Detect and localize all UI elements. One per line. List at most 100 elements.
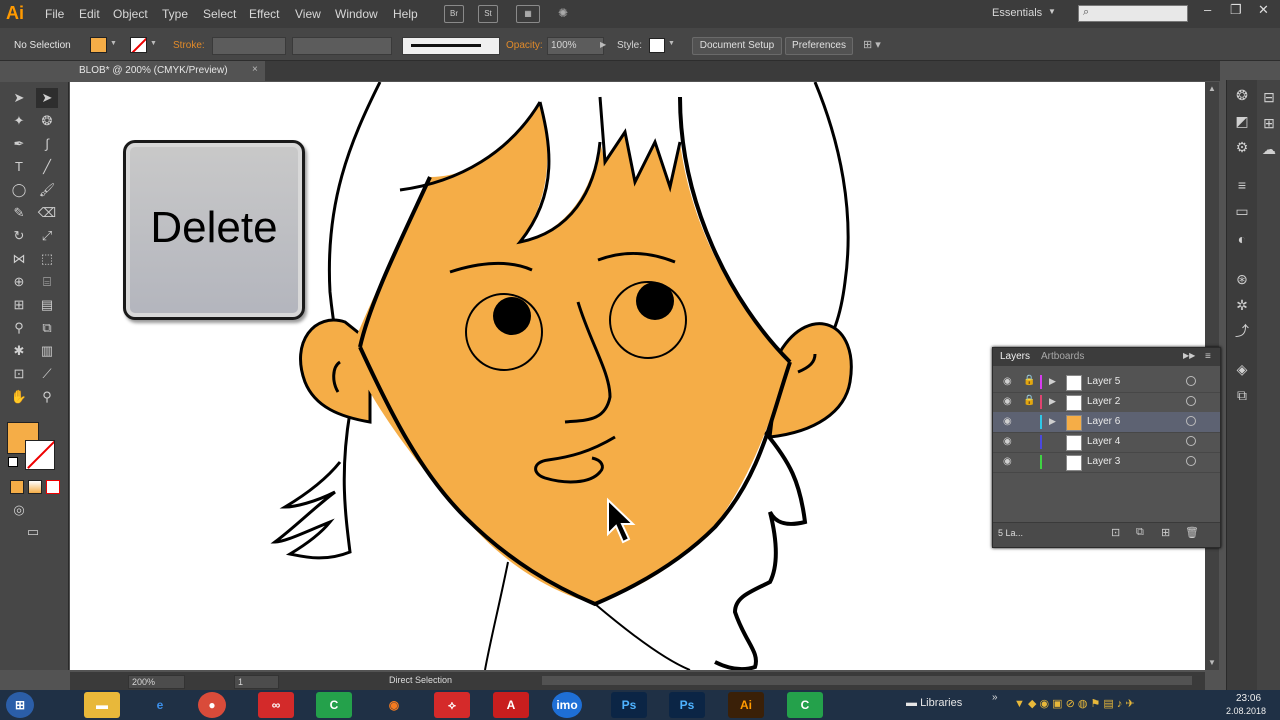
camtasia-recorder-icon[interactable]: C bbox=[787, 692, 823, 718]
layer-row[interactable]: ◉ 🔒 ▶ Layer 5 bbox=[993, 372, 1220, 393]
layers-panel-icon[interactable]: ◈ bbox=[1233, 360, 1251, 378]
gradient-tool-icon[interactable]: ▤ bbox=[36, 295, 58, 315]
horizontal-scrollbar[interactable] bbox=[542, 676, 1192, 685]
restore-button[interactable]: ❐ bbox=[1230, 2, 1242, 18]
lasso-icon[interactable]: ❂ bbox=[36, 111, 58, 131]
camtasia-icon[interactable]: C bbox=[316, 692, 352, 718]
layer-name[interactable]: Layer 5 bbox=[1087, 376, 1120, 387]
panel-menu-icon[interactable]: ≡ bbox=[1205, 351, 1211, 362]
type-tool-icon[interactable]: T bbox=[8, 157, 30, 177]
eye-icon[interactable]: ◉ bbox=[1003, 456, 1012, 467]
firefox-icon[interactable]: ◉ bbox=[376, 692, 412, 718]
document-setup-button[interactable]: Document Setup bbox=[692, 37, 782, 55]
chevron-down-icon[interactable]: ▼ bbox=[150, 40, 157, 47]
start-button-icon[interactable]: ⊞ bbox=[6, 692, 34, 718]
align-icon[interactable]: ⊞ bbox=[1260, 114, 1278, 132]
width-tool-icon[interactable]: ⋈ bbox=[8, 249, 30, 269]
eyedropper-icon[interactable]: ⚲ bbox=[8, 318, 30, 338]
menu-view[interactable]: View bbox=[295, 7, 321, 21]
creative-cloud-icon[interactable]: ∞ bbox=[258, 692, 294, 718]
rotate-tool-icon[interactable]: ↻ bbox=[8, 226, 30, 246]
stroke-swatch[interactable] bbox=[130, 37, 147, 53]
layer-row[interactable]: ◉ Layer 3 bbox=[993, 452, 1220, 473]
menu-object[interactable]: Object bbox=[113, 7, 148, 21]
menu-select[interactable]: Select bbox=[203, 7, 236, 21]
stroke-label[interactable]: Stroke: bbox=[173, 40, 205, 51]
edge-browser-icon[interactable]: e bbox=[142, 692, 178, 718]
menu-help[interactable]: Help bbox=[393, 7, 418, 21]
acrobat-reader-icon[interactable]: ⟡ bbox=[434, 692, 470, 718]
symbols-icon[interactable]: ✲ bbox=[1233, 296, 1251, 314]
selection-tool-icon[interactable]: ➤ bbox=[8, 88, 30, 108]
pathfinder-icon[interactable]: ☁ bbox=[1260, 140, 1278, 158]
search-input[interactable]: ⌕ bbox=[1078, 5, 1188, 22]
adobe-app-icon[interactable]: A bbox=[493, 692, 529, 718]
arrange-documents-icon[interactable]: ▦ bbox=[516, 5, 540, 23]
paintbrush-icon[interactable]: 🖌 bbox=[36, 180, 58, 200]
layer-target-icon[interactable] bbox=[1186, 416, 1196, 426]
chrome-icon[interactable]: ● bbox=[198, 692, 226, 718]
layer-name[interactable]: Layer 6 bbox=[1087, 416, 1120, 427]
stroke-weight-field[interactable] bbox=[212, 37, 286, 55]
pencil-icon[interactable]: ✎ bbox=[8, 203, 30, 223]
collapse-panel-icon[interactable]: ▶▶ bbox=[1183, 351, 1195, 360]
opacity-label[interactable]: Opacity: bbox=[506, 40, 543, 51]
artboard-tool-icon[interactable]: ⊡ bbox=[8, 364, 30, 384]
gradient-mode-icon[interactable] bbox=[28, 480, 42, 494]
preferences-button[interactable]: Preferences bbox=[785, 37, 853, 55]
gradient-panel-icon[interactable]: ▭ bbox=[1233, 202, 1251, 220]
menu-file[interactable]: File bbox=[45, 7, 64, 21]
graphic-style-swatch[interactable] bbox=[649, 38, 665, 53]
curvature-tool-icon[interactable]: ∫ bbox=[36, 134, 58, 154]
minimize-button[interactable]: – bbox=[1204, 2, 1211, 17]
expand-arrow-icon[interactable]: ▶ bbox=[1049, 396, 1056, 407]
line-tool-icon[interactable]: ╱ bbox=[36, 157, 58, 177]
shape-builder-icon[interactable]: ⊕ bbox=[8, 272, 30, 292]
stroke-panel-icon[interactable]: ≡ bbox=[1233, 176, 1251, 194]
chevron-down-icon[interactable]: ▼ bbox=[1048, 7, 1056, 16]
zoom-field[interactable]: 200% bbox=[128, 675, 185, 689]
swatches-icon[interactable]: ⊛ bbox=[1233, 270, 1251, 288]
menu-effect[interactable]: Effect bbox=[249, 7, 279, 21]
tab-artboards[interactable]: Artboards bbox=[1041, 351, 1084, 362]
layer-row[interactable]: ◉ ▶ Layer 6 bbox=[993, 412, 1220, 433]
screen-mode-icon[interactable]: ▭ bbox=[22, 522, 44, 542]
collect-export-icon[interactable]: ⊡ bbox=[1111, 526, 1120, 539]
layer-target-icon[interactable] bbox=[1186, 456, 1196, 466]
zoom-tool-icon[interactable]: ⚲ bbox=[36, 387, 58, 407]
imo-icon[interactable]: imo bbox=[552, 692, 582, 718]
layer-name[interactable]: Layer 3 bbox=[1087, 456, 1120, 467]
expand-arrow-icon[interactable]: ▶ bbox=[1049, 416, 1056, 427]
close-icon[interactable]: × bbox=[252, 64, 258, 75]
tray-icons[interactable]: ▼ ◆ ◉ ▣ ⊘ ◍ ⚑ ▤ ♪ ✈ bbox=[1014, 697, 1135, 710]
artboard-number-field[interactable]: 1 bbox=[234, 675, 279, 689]
stroke-color-swatch[interactable] bbox=[25, 440, 55, 470]
menu-window[interactable]: Window bbox=[335, 7, 378, 21]
layer-target-icon[interactable] bbox=[1186, 376, 1196, 386]
brush-definition-field[interactable] bbox=[402, 37, 500, 55]
eraser-icon[interactable]: ⌫ bbox=[36, 203, 58, 223]
default-colors-icon[interactable] bbox=[8, 457, 18, 467]
layer-name[interactable]: Layer 2 bbox=[1087, 396, 1120, 407]
chevron-right-icon[interactable]: » bbox=[992, 692, 998, 703]
opacity-field[interactable]: 100% bbox=[547, 37, 604, 55]
lock-icon[interactable]: 🔒 bbox=[1023, 395, 1035, 406]
chevron-down-icon[interactable]: ▼ bbox=[668, 40, 675, 47]
brushes-icon[interactable]: ⊟ bbox=[1260, 88, 1278, 106]
chevron-right-icon[interactable]: ▶ bbox=[600, 40, 606, 49]
ellipse-tool-icon[interactable]: ◯ bbox=[8, 180, 30, 200]
variable-width-field[interactable] bbox=[292, 37, 392, 55]
lock-icon[interactable]: 🔒 bbox=[1023, 375, 1035, 386]
transparency-icon[interactable]: ◐ bbox=[1233, 230, 1251, 248]
hand-tool-icon[interactable]: ✋ bbox=[8, 387, 30, 407]
scroll-up-icon[interactable]: ▲ bbox=[1208, 84, 1216, 93]
eye-icon[interactable]: ◉ bbox=[1003, 376, 1012, 387]
scroll-down-icon[interactable]: ▼ bbox=[1208, 658, 1216, 667]
photoshop-icon-2[interactable]: Ps bbox=[669, 692, 705, 718]
graph-tool-icon[interactable]: ▥ bbox=[36, 341, 58, 361]
layer-row[interactable]: ◉ Layer 4 bbox=[993, 432, 1220, 453]
workspace-switcher[interactable]: Essentials bbox=[992, 7, 1042, 19]
magic-wand-icon[interactable]: ✦ bbox=[8, 111, 30, 131]
pen-tool-icon[interactable]: ✒ bbox=[8, 134, 30, 154]
layer-target-icon[interactable] bbox=[1186, 396, 1196, 406]
